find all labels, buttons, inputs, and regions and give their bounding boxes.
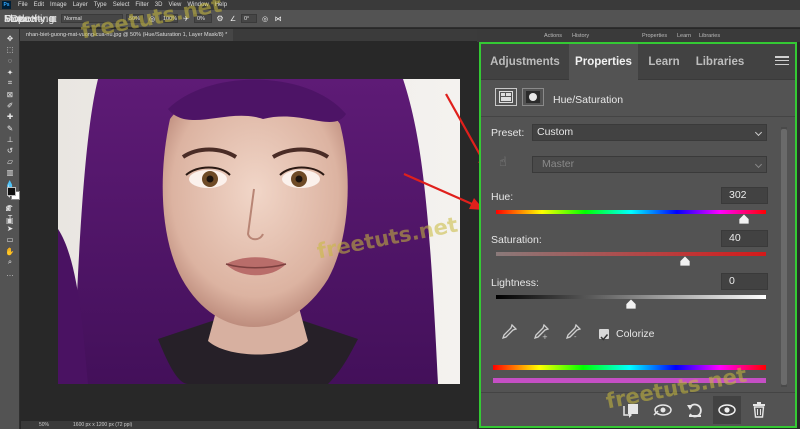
saturation-label: Saturation: xyxy=(491,234,542,246)
colorize-checkbox[interactable] xyxy=(599,329,609,341)
mask-icon[interactable] xyxy=(522,88,544,106)
hue-field[interactable]: 302 xyxy=(721,187,768,204)
colorize-result-bar xyxy=(493,378,766,383)
svg-text:+: + xyxy=(542,333,548,340)
trash-icon[interactable] xyxy=(745,396,773,424)
eyedropper-icon[interactable] xyxy=(501,323,518,340)
adjustment-layer-icon[interactable] xyxy=(495,88,517,106)
targeted-adjustment-icon[interactable]: ☝ xyxy=(499,154,515,170)
photoshop-window: Ps File Edit Image Layer Type Select Fil… xyxy=(0,0,800,429)
tab-learn[interactable]: Learn xyxy=(638,44,690,80)
lightness-label: Lightness: xyxy=(491,277,539,289)
eyedropper-plus-icon[interactable]: + xyxy=(533,323,550,341)
clip-to-layer-icon[interactable] xyxy=(617,396,645,424)
visibility-icon[interactable] xyxy=(713,396,741,424)
panel-scrollbar[interactable] xyxy=(781,127,787,387)
reset-icon[interactable] xyxy=(681,396,709,424)
hue-spectrum-bar xyxy=(493,365,766,370)
saturation-slider-thumb[interactable] xyxy=(680,256,690,266)
svg-text:-: - xyxy=(574,333,577,340)
scrollbar-thumb[interactable] xyxy=(781,129,787,385)
colorize-label: Colorize xyxy=(616,328,655,340)
hue-label: Hue: xyxy=(491,191,514,203)
panel-bottom-bar xyxy=(481,392,795,426)
preset-select[interactable]: Custom xyxy=(532,124,767,141)
tab-libraries[interactable]: Libraries xyxy=(690,44,750,80)
view-previous-icon[interactable] xyxy=(649,396,677,424)
lightness-field[interactable]: 0 xyxy=(721,273,768,290)
saturation-slider-track[interactable] xyxy=(496,252,766,256)
adjustment-title: Hue/Saturation xyxy=(553,94,624,106)
preset-label: Preset: xyxy=(491,127,525,139)
lightness-slider-thumb[interactable] xyxy=(626,299,636,309)
panel-tab-bar: Adjustments Properties Learn Libraries xyxy=(481,44,795,80)
channel-select[interactable]: Master xyxy=(532,156,767,173)
properties-panel: Adjustments Properties Learn Libraries H… xyxy=(479,42,797,428)
hue-slider-thumb[interactable] xyxy=(739,214,750,224)
divider xyxy=(481,116,795,117)
hue-slider-track[interactable] xyxy=(496,210,766,214)
saturation-field[interactable]: 40 xyxy=(721,230,768,247)
tab-properties[interactable]: Properties xyxy=(569,44,638,80)
eyedropper-minus-icon[interactable]: - xyxy=(565,323,582,341)
tab-adjustments[interactable]: Adjustments xyxy=(481,44,569,80)
panel-menu-icon[interactable] xyxy=(775,56,789,66)
